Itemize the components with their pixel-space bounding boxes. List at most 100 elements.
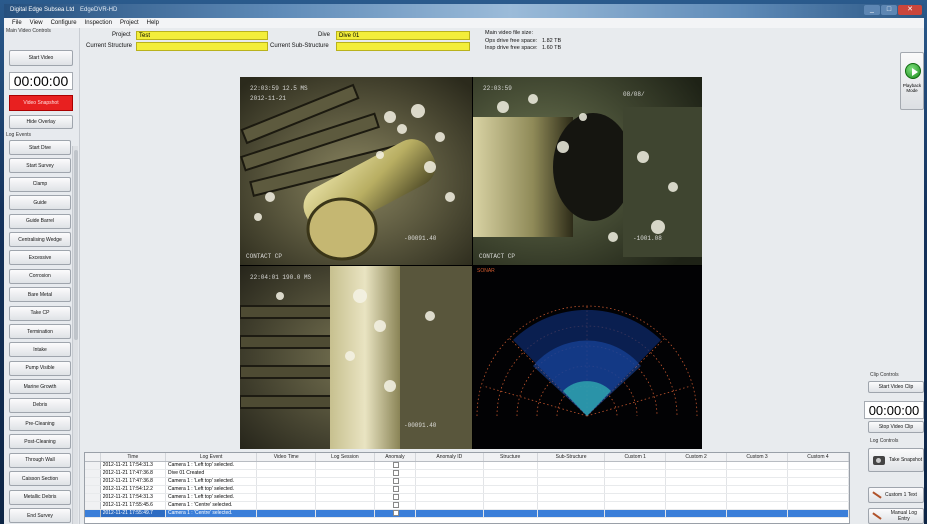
manual-log-entry-button[interactable]: Manual Log Entry xyxy=(868,508,924,524)
row-header[interactable] xyxy=(85,477,101,486)
table-cell xyxy=(415,509,484,518)
log-event-button[interactable]: Start Dive xyxy=(9,140,71,155)
row-header[interactable] xyxy=(85,501,101,510)
table-row[interactable]: 2012-11-21 17:54:12.2 Camera 1 : 'Left to… xyxy=(85,485,849,494)
maximize-button[interactable]: □ xyxy=(881,5,897,15)
minimize-button[interactable]: _ xyxy=(864,5,880,15)
close-button[interactable]: ✕ xyxy=(898,5,922,15)
custom-text-label: Custom 1 Text xyxy=(885,492,917,498)
camera-right-top[interactable]: 22:03:59 08/08/ CONTACT CP -1001.08 xyxy=(473,77,702,265)
video-snapshot-button[interactable]: Video Snapshot xyxy=(9,95,73,111)
scrollbar-thumb[interactable] xyxy=(74,150,78,340)
log-event-button[interactable]: Guide Barrel xyxy=(9,213,71,229)
stop-video-clip-button[interactable]: Stop Video Clip xyxy=(868,421,924,433)
dive-field[interactable]: Dive 01 xyxy=(336,31,470,40)
anomaly-checkbox[interactable] xyxy=(392,493,399,500)
log-event-button[interactable]: Bare Metal xyxy=(9,287,71,303)
column-header[interactable]: Log Event xyxy=(165,453,258,462)
log-event-button[interactable]: Metallic Debris xyxy=(9,489,71,505)
take-snapshot-button[interactable]: Take Snapshot xyxy=(868,448,924,472)
playback-mode-button[interactable]: Playback Mode xyxy=(900,52,924,110)
log-event-button[interactable]: End Survey xyxy=(9,508,71,523)
cell-time: 2012-11-21 17:54:12.2 xyxy=(100,485,166,494)
menu-inspection[interactable]: Inspection xyxy=(85,20,112,26)
row-header[interactable] xyxy=(85,461,101,470)
current-structure-field[interactable] xyxy=(136,42,268,51)
camera-left-top[interactable]: 22:03:59 12.5 MS 2012-11-21 CONTACT CP -… xyxy=(240,77,472,265)
table-row[interactable]: 2012-11-21 17:55:45.6 Camera 1 : 'Centre'… xyxy=(85,501,849,510)
row-header[interactable] xyxy=(85,509,101,518)
anomaly-checkbox[interactable] xyxy=(392,485,399,492)
log-events-scrollbar[interactable] xyxy=(72,146,78,524)
table-cell xyxy=(604,501,667,510)
column-header[interactable]: Anomaly xyxy=(374,453,417,462)
column-header[interactable]: Anomaly ID xyxy=(415,453,484,462)
log-event-button[interactable]: Intake xyxy=(9,342,71,358)
log-event-button[interactable]: Take CP xyxy=(9,305,71,321)
camera-left-top-image xyxy=(240,77,472,265)
table-cell xyxy=(787,509,849,518)
project-field[interactable]: Test xyxy=(136,31,268,40)
anomaly-checkbox[interactable] xyxy=(392,501,399,508)
log-event-button[interactable]: Post-Cleaning xyxy=(9,434,71,450)
log-event-button[interactable]: Corrosion xyxy=(9,268,71,284)
log-event-button[interactable]: Clamp xyxy=(9,176,71,192)
log-event-button[interactable]: Marine Growth xyxy=(9,379,71,395)
table-row[interactable]: 2012-11-21 17:55:49.7 Camera 1 : 'Centre'… xyxy=(85,509,849,518)
custom-text-button[interactable]: Custom 1 Text xyxy=(868,487,924,503)
table-cell xyxy=(537,509,606,518)
table-row[interactable]: 2012-11-21 17:54:31.3 Camera 1 : 'Left to… xyxy=(85,461,849,470)
camera-left-bottom[interactable]: 22:04:01 190.0 MS -00091.40 xyxy=(240,266,472,449)
log-event-button[interactable]: Start Survey xyxy=(9,158,71,174)
log-event-button[interactable]: Caisson Section xyxy=(9,471,71,487)
column-header[interactable]: Log Session xyxy=(315,453,375,462)
anomaly-checkbox[interactable] xyxy=(392,509,399,516)
column-header[interactable]: Custom 1 xyxy=(604,453,667,462)
log-event-button[interactable]: Centralising Wedge xyxy=(9,232,71,247)
app-body: File View Configure Inspection Project H… xyxy=(4,18,924,524)
table-cell xyxy=(315,469,375,478)
table-cell xyxy=(415,501,484,510)
sonar-view[interactable]: SONAR xyxy=(473,266,702,449)
ops-drive-label: Ops drive free space: xyxy=(485,38,538,44)
overlay-tl-value: -00091.40 xyxy=(404,235,437,242)
column-header[interactable]: Custom 2 xyxy=(665,453,728,462)
start-video-button[interactable]: Start Video xyxy=(9,50,73,66)
current-substructure-field[interactable] xyxy=(336,42,470,51)
log-event-button[interactable]: Debris xyxy=(9,397,71,413)
camera-left-bottom-image xyxy=(240,266,472,449)
row-header[interactable] xyxy=(85,469,101,478)
log-event-button[interactable]: Termination xyxy=(9,324,71,339)
column-header[interactable]: Sub-Structure xyxy=(537,453,606,462)
table-row[interactable]: 2012-11-21 17:47:36.8 Camera 1 : 'Left to… xyxy=(85,477,849,486)
table-cell xyxy=(537,469,606,478)
anomaly-checkbox[interactable] xyxy=(392,461,399,468)
column-header[interactable]: Custom 3 xyxy=(726,453,788,462)
anomaly-checkbox[interactable] xyxy=(392,477,399,484)
menu-file[interactable]: File xyxy=(12,20,22,26)
column-header[interactable]: Structure xyxy=(483,453,538,462)
log-event-button[interactable]: Through Wall xyxy=(9,452,71,468)
log-table[interactable]: Time Log Event Video Time Log Session Anomal… xyxy=(84,452,850,524)
menu-view[interactable]: View xyxy=(30,20,43,26)
hide-overlay-button[interactable]: Hide Overlay xyxy=(9,115,73,129)
anomaly-checkbox[interactable] xyxy=(392,469,399,476)
log-event-button[interactable]: Pump Visible xyxy=(9,360,71,376)
table-row[interactable]: 2012-11-21 17:47:36.8 Dive 01 Created xyxy=(85,469,849,478)
log-event-button[interactable]: Pre-Cleaning xyxy=(9,416,71,431)
overlay-tl-line1: 22:03:59 12.5 MS xyxy=(250,85,308,92)
cell-log-event: Camera 1 : 'Left top' selected. xyxy=(165,477,258,486)
menu-project[interactable]: Project xyxy=(120,20,139,26)
row-header[interactable] xyxy=(85,493,101,502)
log-event-button[interactable]: Excessive xyxy=(9,250,71,266)
app-window: Digital Edge Subsea Ltd EdgeDVR-HD _ □ ✕… xyxy=(4,4,924,524)
column-header[interactable]: Video Time xyxy=(256,453,317,462)
row-header[interactable] xyxy=(85,485,101,494)
table-row[interactable]: 2012-11-21 17:54:31.3 Camera 1 : 'Left to… xyxy=(85,493,849,502)
menu-configure[interactable]: Configure xyxy=(51,20,77,26)
menu-help[interactable]: Help xyxy=(147,20,159,26)
start-video-clip-button[interactable]: Start Video Clip xyxy=(868,381,924,393)
log-event-button[interactable]: Guide xyxy=(9,195,71,211)
column-header[interactable]: Custom 4 xyxy=(787,453,849,462)
column-header[interactable]: Time xyxy=(100,453,166,462)
